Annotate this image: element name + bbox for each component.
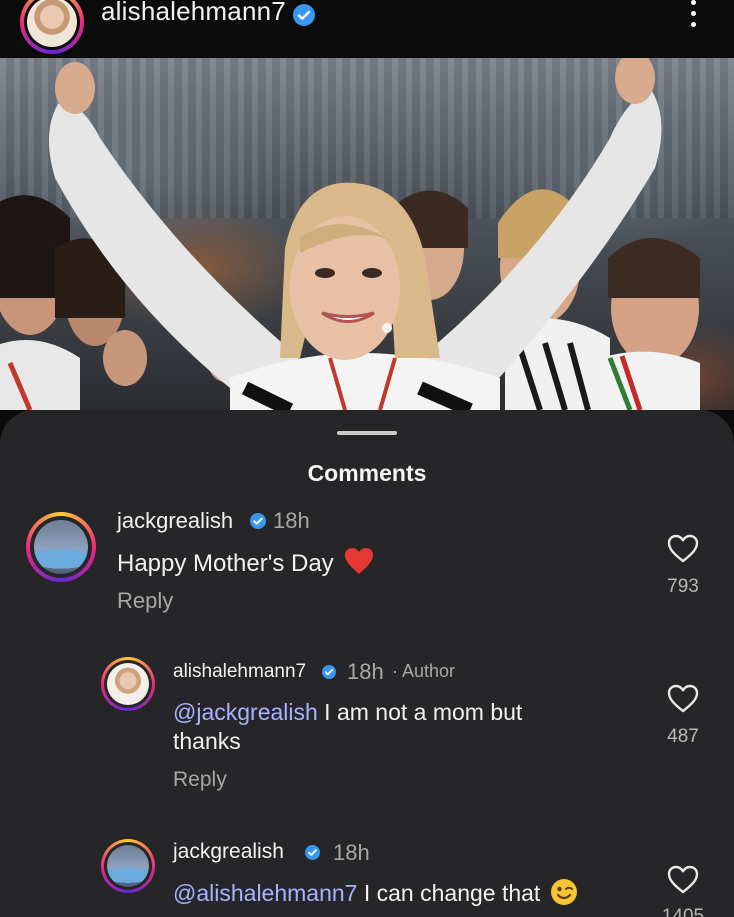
- comment-body: I can change that: [357, 880, 541, 906]
- comment-text: @alishalehmann7 I can change that: [173, 878, 578, 912]
- post-photo: [0, 58, 734, 410]
- verified-badge-icon: [305, 845, 320, 860]
- more-options-icon[interactable]: [683, 0, 703, 34]
- comments-sheet: Comments jackgrealish 18h Happy Mother's…: [0, 410, 734, 917]
- comment-time: 18h: [333, 840, 370, 865]
- mention-link[interactable]: @alishalehmann7: [173, 880, 357, 906]
- profile-avatar[interactable]: [20, 0, 84, 54]
- screen: alishalehmann7 Comments jackgrealish 18h…: [0, 0, 734, 917]
- like-count: 1405: [661, 906, 705, 917]
- commenter-avatar[interactable]: [101, 839, 155, 893]
- comment-username[interactable]: jackgrealish: [173, 840, 284, 864]
- header-username[interactable]: alishalehmann7: [101, 0, 286, 27]
- post-header: alishalehmann7: [0, 0, 734, 58]
- comment-item: jackgrealish 18h @alishalehmann7 I can c…: [0, 410, 734, 917]
- winking-face-emoji-icon: [550, 878, 578, 912]
- verified-badge-icon: [293, 4, 315, 26]
- like-heart-icon[interactable]: [667, 865, 699, 900]
